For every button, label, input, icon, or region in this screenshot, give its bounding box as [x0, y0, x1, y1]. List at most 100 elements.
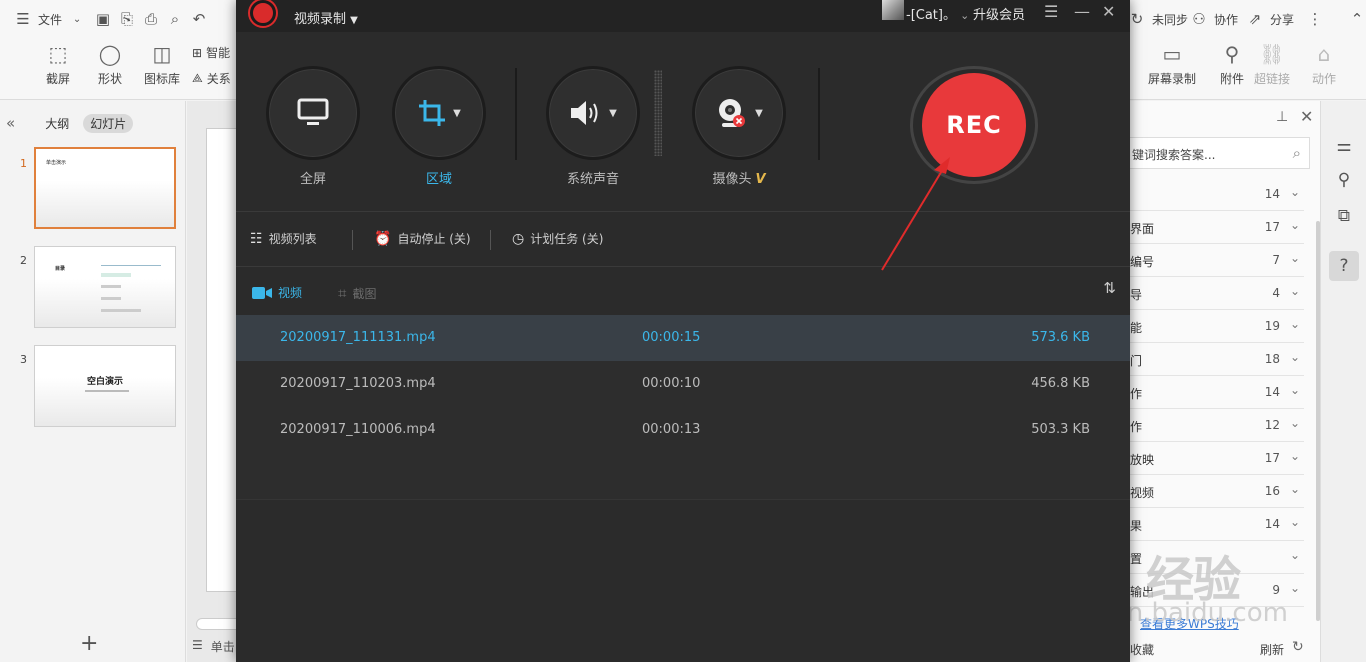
close-icon[interactable]: ✕ [1300, 107, 1313, 126]
shape-label: 形状 [97, 72, 122, 86]
tab-video[interactable]: 视频 [252, 284, 302, 301]
camera-label: 摄像头 V [679, 168, 799, 187]
list-item[interactable]: 果 14 ⌄ [1130, 508, 1304, 541]
sliders-icon[interactable]: ⚌ [1329, 131, 1359, 161]
status-bar: ☰ 单击 [192, 638, 235, 655]
icon-library-icon: ◫ [152, 42, 172, 66]
help-panel-header: ⊥ ✕ [1130, 101, 1320, 133]
schedule-label: 计划任务 (关) [530, 232, 604, 246]
caret-down-icon: ▼ [755, 107, 763, 119]
fullscreen-button[interactable] [266, 66, 360, 160]
refresh-button[interactable]: 刷新 [1260, 641, 1284, 658]
tab-slides[interactable]: 幻灯片 [83, 113, 134, 133]
chevron-down-icon: ⌄ [1289, 251, 1300, 265]
close-icon[interactable]: ✕ [1102, 2, 1115, 21]
list-item[interactable]: 界面 17 ⌄ [1130, 211, 1304, 244]
collect-button[interactable]: 收藏 [1130, 641, 1154, 658]
avatar[interactable] [882, 0, 904, 20]
user-menu[interactable]: -[Cat]。 ⌄ [906, 4, 969, 23]
toc-line [101, 309, 141, 312]
screen-record-ribbon-button[interactable]: ▭ 屏幕录制 [1148, 40, 1196, 87]
list-item[interactable]: 门 18 ⌄ [1130, 343, 1304, 376]
auto-stop-button[interactable]: ⏰ 自动停止 (关) [374, 230, 471, 247]
sync-icon: ↻ [1130, 10, 1144, 28]
region-button[interactable]: ▼ [392, 66, 486, 160]
hyperlink-ribbon-button[interactable]: ⛓ 超链接 [1254, 40, 1290, 87]
recorder-subbar: ☷ 视频列表 ⏰ 自动停止 (关) ◷ 计划任务 (关) [236, 213, 1130, 267]
hamburger-icon: ☰ [16, 10, 30, 28]
table-row[interactable]: 20200917_110006.mp4 00:00:13 503.3 KB [236, 407, 1130, 453]
undo-icon[interactable]: ↶ [190, 10, 208, 28]
list-item[interactable]: 导 4 ⌄ [1130, 277, 1304, 310]
share-button[interactable]: ⇗ 分享 [1246, 6, 1294, 32]
slide-thumb-title: 单击演示 [46, 160, 67, 166]
drag-handle[interactable] [654, 70, 662, 156]
slide-thumbnail[interactable]: 空白演示 [34, 345, 176, 427]
sort-icon[interactable]: ⇅ [1103, 279, 1116, 297]
pin-icon[interactable]: ⊥ [1276, 109, 1288, 125]
fullscreen-label: 全屏 [299, 172, 326, 187]
divider [515, 68, 517, 160]
collapse-panel-icon[interactable]: « [6, 114, 15, 132]
chevron-down-icon: ⌄ [1289, 515, 1300, 529]
save-icon[interactable]: ▣ [94, 10, 112, 28]
tab-screenshot[interactable]: ⌗ 截图 [338, 284, 376, 302]
camera-button[interactable]: ▼ [692, 66, 786, 160]
pin-icon[interactable]: ⚲ [1329, 165, 1359, 195]
tab-outline[interactable]: 大纲 [45, 115, 69, 132]
upgrade-button[interactable]: 升级会员 [973, 4, 1025, 23]
help-search-input[interactable]: 键词搜索答案... ⌕ [1130, 137, 1310, 169]
list-item[interactable]: 作 14 ⌄ [1130, 376, 1304, 409]
system-audio-button[interactable]: ▼ [546, 66, 640, 160]
menu-icon[interactable]: ☰ [1044, 2, 1058, 21]
notes-icon[interactable]: ☰ [192, 638, 203, 655]
search-icon[interactable]: ⌕ [1293, 144, 1301, 162]
list-item[interactable]: 编号 7 ⌄ [1130, 244, 1304, 277]
icon-lib-label: 图标库 [144, 72, 181, 86]
smart-ribbon-button[interactable]: ⊞ 智能 [192, 44, 230, 61]
list-item[interactable]: 14 ⌄ [1130, 178, 1304, 211]
more-button[interactable]: ⋮ ⌃ [1306, 6, 1366, 32]
app-logo-icon [250, 0, 276, 26]
schedule-button[interactable]: ◷ 计划任务 (关) [512, 230, 603, 247]
video-list-toggle[interactable]: ☷ 视频列表 [250, 230, 317, 247]
slide-thumbnail[interactable]: 单击演示 [34, 147, 176, 229]
refresh-icon[interactable]: ↻ [1292, 639, 1304, 655]
icon-lib-ribbon-button[interactable]: ◫ 图标库 [144, 40, 180, 87]
chevron-down-icon: ⌄ [1289, 284, 1300, 298]
print-icon[interactable]: ⎙ [142, 10, 160, 28]
shape-ribbon-button[interactable]: ◯ 形状 [96, 40, 124, 87]
list-item[interactable]: 视频 16 ⌄ [1130, 475, 1304, 508]
export-icon[interactable]: ⎘ [118, 10, 136, 28]
list-item[interactable]: 作 12 ⌄ [1130, 409, 1304, 442]
relation-ribbon-button[interactable]: ⟁ 关系 [192, 70, 231, 87]
screenshot-ribbon-button[interactable]: ⬚ 截屏 [44, 40, 72, 87]
action-ribbon-button[interactable]: ⌂ 动作 [1310, 40, 1338, 87]
minimize-icon[interactable]: — [1074, 2, 1090, 21]
transition-icon[interactable]: ⧉ [1329, 201, 1359, 231]
attachment-ribbon-button[interactable]: ⚲ 附件 [1218, 40, 1246, 87]
item-label: 作 [1130, 420, 1143, 434]
help-icon[interactable]: ? [1329, 251, 1359, 281]
preview-icon[interactable]: ⌕ [166, 10, 184, 28]
item-count: 18 [1264, 352, 1280, 366]
share-label: 分享 [1270, 12, 1295, 27]
screenshot-label: 截屏 [45, 72, 70, 86]
collaborate-button[interactable]: ⚇ 协作 [1190, 6, 1238, 32]
mode-dropdown[interactable]: 视频录制 ▼ [294, 8, 358, 27]
file-menu[interactable]: ☰ 文件 ⌄ [14, 6, 86, 32]
add-slide-button[interactable]: + [80, 631, 98, 656]
table-row[interactable]: 20200917_111131.mp4 00:00:15 573.6 KB [236, 315, 1130, 361]
video-recorder-window: 视频录制 ▼ -[Cat]。 ⌄ 升级会员 ☰ — ✕ 全屏 ▼ 区域 ▼ 系统… [236, 0, 1130, 662]
list-item[interactable]: 放映 17 ⌄ [1130, 442, 1304, 475]
slide-thumbnail[interactable]: 目录 [34, 246, 176, 328]
slide-thumb-title: 目录 [55, 266, 66, 272]
list-item[interactable]: 能 19 ⌄ [1130, 310, 1304, 343]
toc-line [101, 297, 121, 300]
collapse-icon: ⌃ [1350, 10, 1364, 28]
sync-status[interactable]: ↻ 未同步 [1128, 6, 1188, 32]
relation-icon: ⟁ [192, 71, 203, 85]
table-row[interactable]: 20200917_110203.mp4 00:00:10 456.8 KB [236, 361, 1130, 407]
chevron-down-icon: ⌄ [1289, 218, 1300, 232]
slide-thumb-title: 空白演示 [87, 377, 124, 387]
